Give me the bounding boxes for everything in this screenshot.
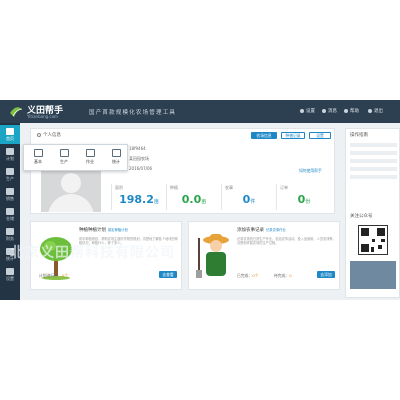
money-icon [6, 228, 14, 235]
sidebar-item-settings[interactable]: 设置 [0, 265, 20, 284]
app-window: 义田帮手 Yitianbang.com 国产首款规模化农场管理工具 设置 消息 … [0, 100, 400, 300]
farm-info-button[interactable]: 农场信息 [251, 132, 277, 139]
warehouse-icon [6, 208, 14, 215]
stat-area: 面积 198.2亩 [111, 184, 166, 210]
guide-title: 操作指南 [350, 133, 368, 138]
right-panel: 操作指南 关注公众号 [345, 128, 400, 298]
view-plan-button[interactable]: 去查看 [159, 271, 177, 278]
add-record-button[interactable]: 去添加 [317, 271, 335, 278]
farm-work-pending-stat: 待完成：0 [274, 273, 292, 278]
profile-card: 个人信息 农场信息 种植记录 设置 18f9464 某田园农场 2016/07/… [30, 128, 335, 214]
join-date: 2016/07/06 [129, 166, 153, 171]
background-bottom [0, 300, 400, 400]
user-icon [37, 132, 41, 137]
farm-work-done-stat: 已完成：0个 [237, 273, 259, 278]
header-help-link[interactable]: 帮助 [344, 108, 359, 114]
farm-work-title: 添加农事记录 记录农事作业 [237, 228, 286, 233]
logo-subtitle: Yitianbang.com [27, 114, 58, 119]
qr-code-image [358, 225, 388, 255]
file-icon [33, 149, 43, 157]
logo-icon [8, 103, 24, 119]
cart-icon [6, 188, 14, 195]
sidebar-item-plan[interactable]: 计划 [0, 145, 20, 164]
sidebar-item-production[interactable]: 生产 [0, 165, 20, 184]
user-icon [59, 149, 69, 157]
sidebar-item-sales[interactable]: 销售 [0, 185, 20, 204]
stats-row: 面积 198.2亩 种植 0.0亩 农事 0件 订单 0份 [111, 184, 331, 210]
farmer-icon [196, 234, 229, 278]
menu-item-stats[interactable]: 统计 [105, 148, 127, 168]
cart-icon [85, 149, 95, 157]
farm-work-record-card: 添加农事记录 记录农事作业 记录农场的日常生产作业，包括农事活动、投入品使用、人员… [188, 221, 340, 290]
planting-plan-stat: 计划进行中：0个 [39, 273, 68, 278]
stat-planting: 种植 0.0亩 [166, 184, 221, 210]
header-settings-link[interactable]: 设置 [300, 108, 315, 114]
sidebar-item-home[interactable]: 首页 [0, 125, 20, 144]
header-logout-link[interactable]: 退出 [368, 108, 383, 114]
background-top [0, 0, 400, 100]
stat-farm-work: 农事 0件 [221, 184, 276, 210]
home-dropdown-menu: 基本 生产 作业 统计 [23, 144, 128, 171]
chart-icon [111, 149, 121, 157]
follow-account-title: 关注公众号 [350, 214, 373, 219]
planting-record-button[interactable]: 种植记录 [281, 132, 305, 139]
account-id: 18f9464 [129, 146, 146, 151]
top-header: 义田帮手 Yitianbang.com 国产首款规模化农场管理工具 设置 消息 … [0, 100, 400, 123]
farm-work-desc: 记录农场的日常生产作业，包括农事活动、投入品使用、人员安排等，清楚地掌握农场的生… [237, 237, 336, 246]
settings-button[interactable]: 设置 [309, 132, 331, 139]
logout-icon [368, 108, 372, 113]
watermark: 北京义田帮科技有限公司 [10, 245, 175, 261]
bell-icon [322, 108, 326, 113]
help-link[interactable]: 如何使用帮手 [299, 168, 322, 174]
help-icon [344, 108, 348, 113]
promo-thumbnail[interactable] [350, 261, 396, 289]
gear-icon [6, 268, 14, 275]
app-slogan: 国产首款规模化农场管理工具 [89, 110, 177, 116]
tractor-icon [6, 168, 14, 175]
menu-item-production[interactable]: 生产 [53, 148, 75, 168]
sidebar-item-storage[interactable]: 仓储 [0, 205, 20, 224]
left-sidebar: 首页 计划 生产 销售 仓储 财务 统计 设置 [0, 123, 20, 300]
farm-name: 某田园农场 [129, 156, 149, 161]
header-messages-link[interactable]: 消息 [322, 108, 337, 114]
home-icon [6, 128, 14, 135]
menu-item-basic[interactable]: 基本 [27, 148, 49, 168]
calendar-icon [6, 148, 14, 155]
gear-icon [300, 108, 304, 113]
menu-item-work[interactable]: 作业 [79, 148, 101, 168]
profile-card-title: 个人信息 [37, 132, 61, 138]
stat-orders: 订单 0份 [276, 184, 331, 210]
avatar [41, 165, 101, 212]
planting-plan-title: 种植种植计划 制定种植计划 [79, 228, 128, 233]
